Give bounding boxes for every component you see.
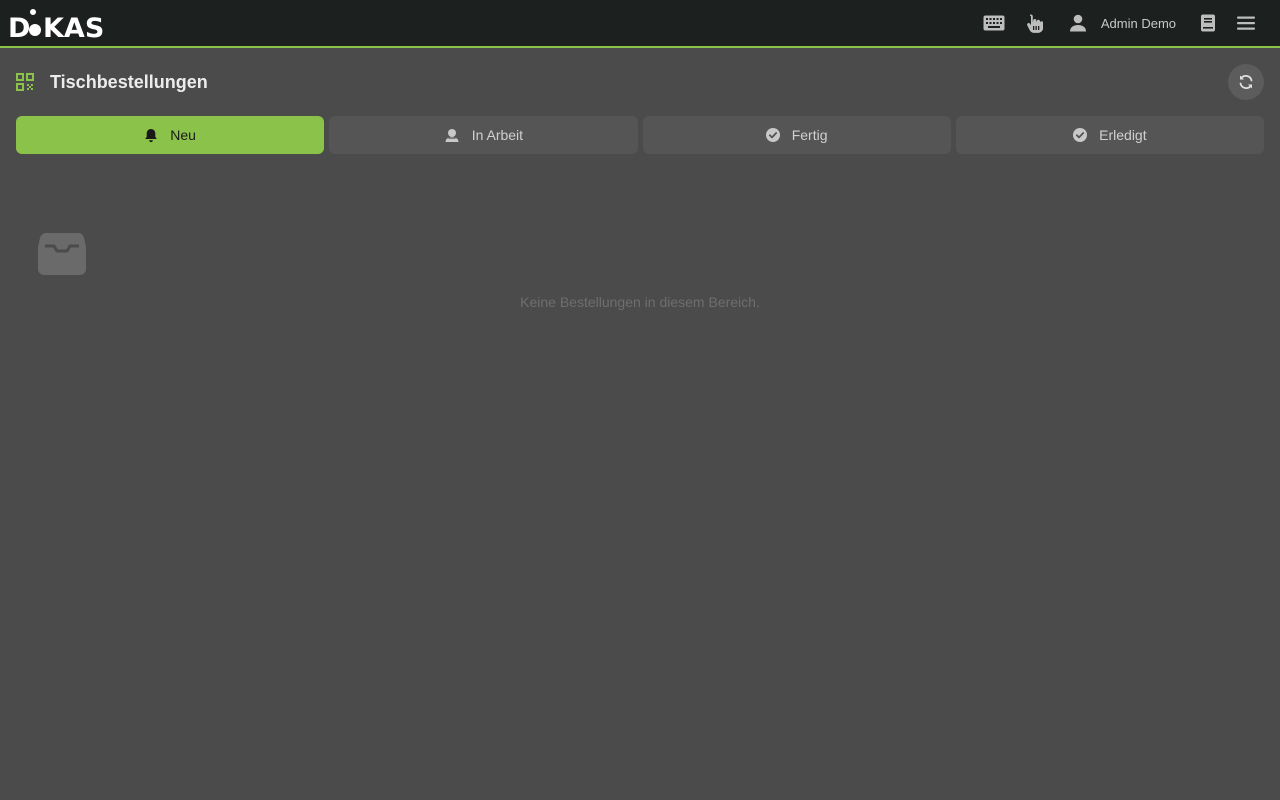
page-header: Tischbestellungen: [16, 64, 1264, 100]
tab-label: Neu: [170, 127, 196, 143]
check-circle-icon: [1073, 128, 1088, 142]
qr-code-icon: [16, 73, 34, 91]
user-name: Admin Demo: [1100, 15, 1176, 31]
tab-erledigt[interactable]: Erledigt: [955, 116, 1264, 154]
dikas-logo: D KAS: [8, 9, 104, 38]
page-title: Tischbestellungen: [50, 71, 208, 92]
menu-icon[interactable]: [1234, 11, 1258, 35]
inbox-icon: [38, 233, 86, 280]
tab-label: Erledigt: [1099, 127, 1147, 143]
hand-pointer-icon[interactable]: [1022, 11, 1046, 35]
chef-icon: [444, 128, 460, 143]
refresh-button[interactable]: [1228, 64, 1264, 100]
user-menu[interactable]: Admin Demo: [1066, 11, 1176, 35]
tab-in-arbeit[interactable]: In Arbeit: [329, 116, 638, 154]
tab-fertig[interactable]: Fertig: [642, 116, 951, 154]
app-logo[interactable]: D KAS: [8, 8, 114, 38]
tab-label: Fertig: [791, 127, 828, 143]
keyboard-icon[interactable]: [982, 11, 1006, 35]
tab-neu[interactable]: Neu: [16, 116, 325, 154]
tab-label: In Arbeit: [471, 127, 524, 143]
svg-text:D: D: [8, 13, 30, 38]
user-icon: [1066, 11, 1090, 35]
svg-text:KAS: KAS: [43, 13, 104, 38]
empty-state-message: Keine Bestellungen in diesem Bereich.: [520, 294, 760, 310]
check-circle-icon: [765, 128, 780, 142]
book-icon[interactable]: [1196, 11, 1220, 35]
top-navbar: D KAS Admin Demo: [0, 0, 1280, 48]
refresh-icon: [1238, 74, 1254, 90]
status-tabs: Neu In Arbeit Fertig Erledigt: [16, 116, 1264, 154]
bell-icon: [144, 128, 158, 143]
